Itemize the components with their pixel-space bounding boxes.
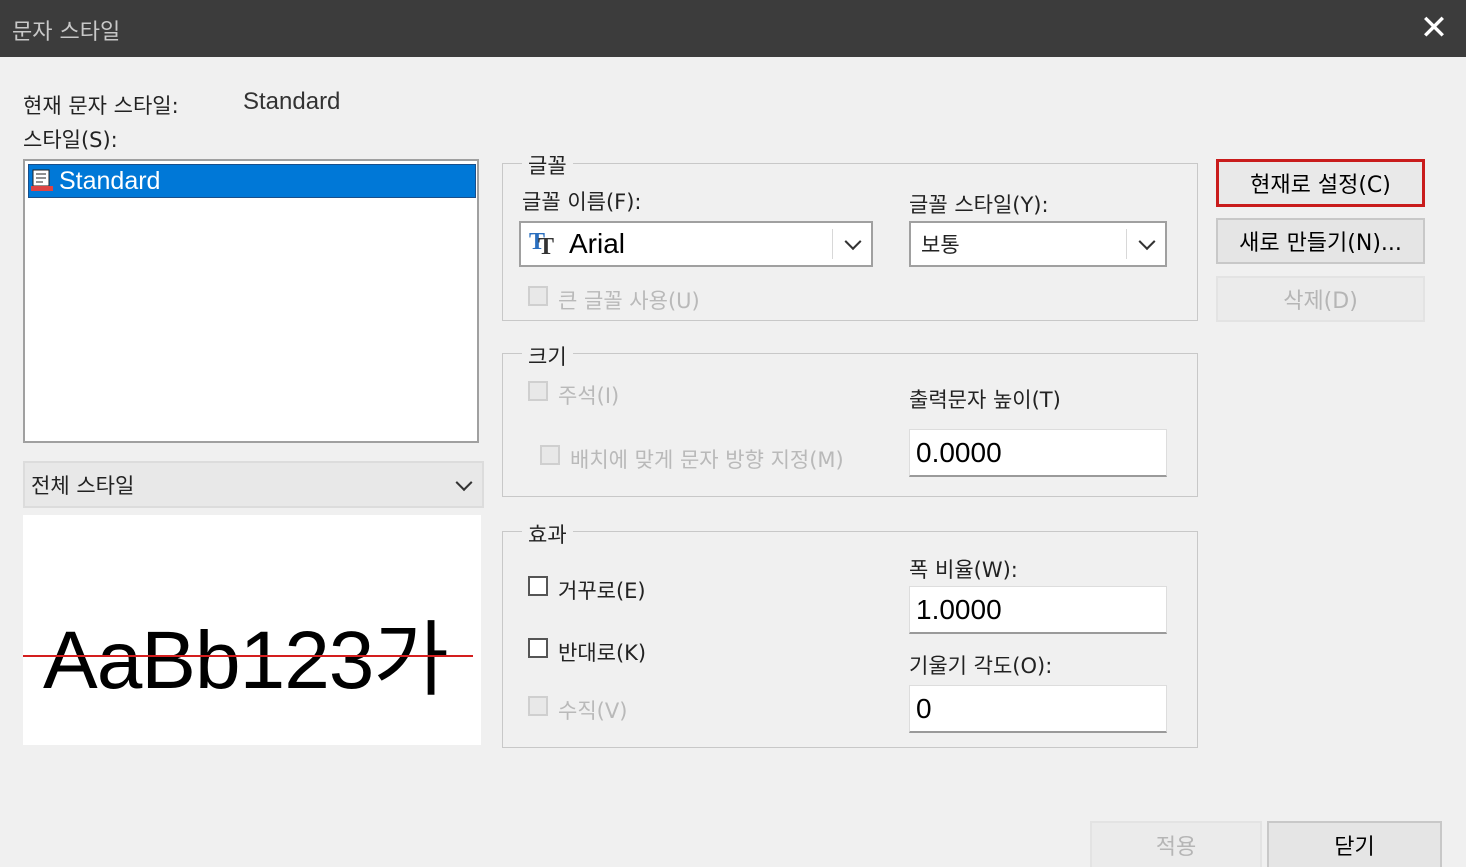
text-style-icon (31, 169, 53, 193)
text-height-input[interactable]: 0.0000 (909, 429, 1167, 477)
annotative-checkbox[interactable] (528, 381, 548, 401)
styles-label: 스타일(S): (23, 128, 118, 152)
truetype-font-icon: T T (529, 229, 555, 260)
font-style-select[interactable]: 보통 (909, 221, 1167, 267)
match-orientation-label: 배치에 맞게 문자 방향 지정(M) (570, 448, 844, 472)
oblique-angle-label: 기울기 각도(O): (909, 654, 1053, 678)
match-orientation-checkbox[interactable] (540, 445, 560, 465)
preview-baseline (23, 655, 473, 657)
backwards-checkbox[interactable] (528, 638, 548, 658)
current-style-value: Standard (243, 88, 341, 115)
size-group-caption: 크기 (522, 341, 573, 371)
current-style-label: 현재 문자 스타일: (23, 94, 179, 118)
combo-separator (832, 229, 833, 259)
new-style-button[interactable]: 새로 만들기(N)... (1216, 218, 1425, 264)
style-filter-select[interactable]: 전체 스타일 (23, 461, 484, 508)
style-filter-value: 전체 스타일 (31, 473, 135, 498)
font-group-caption: 글꼴 (522, 150, 573, 180)
font-name-select[interactable]: T T Arial (519, 221, 873, 267)
delete-button[interactable]: 삭제(D) (1216, 276, 1425, 322)
bigfont-checkbox[interactable] (528, 286, 548, 306)
chevron-down-icon (1138, 233, 1156, 251)
width-factor-label: 폭 비율(W): (909, 558, 1018, 582)
vertical-label: 수직(V) (558, 699, 628, 723)
close-icon[interactable]: ✕ (1412, 6, 1456, 50)
list-item-label: Standard (59, 166, 161, 195)
set-current-button[interactable]: 현재로 설정(C) (1216, 159, 1425, 207)
width-factor-input[interactable]: 1.0000 (909, 586, 1167, 634)
close-button[interactable]: 닫기 (1267, 821, 1442, 867)
vertical-checkbox[interactable] (528, 696, 548, 716)
font-style-value: 보통 (921, 233, 960, 257)
styles-listbox[interactable]: Standard (23, 159, 479, 443)
style-preview: AaBb123가 (23, 515, 481, 745)
annotative-label: 주석(I) (558, 384, 620, 408)
effects-group-caption: 효과 (522, 519, 573, 549)
oblique-angle-input[interactable]: 0 (909, 685, 1167, 733)
window-title: 문자 스타일 (12, 20, 121, 45)
chevron-down-icon (455, 473, 473, 491)
apply-button[interactable]: 적용 (1090, 821, 1262, 867)
list-item[interactable]: Standard (28, 164, 476, 198)
preview-sample-text: AaBb123가 (43, 615, 449, 706)
upside-down-label: 거꾸로(E) (558, 579, 646, 603)
chevron-down-icon (844, 233, 862, 251)
bigfont-label: 큰 글꼴 사용(U) (558, 289, 700, 313)
font-name-label: 글꼴 이름(F): (522, 190, 642, 214)
upside-down-checkbox[interactable] (528, 576, 548, 596)
text-height-label: 출력문자 높이(T) (909, 388, 1061, 412)
backwards-label: 반대로(K) (558, 641, 647, 665)
font-style-label: 글꼴 스타일(Y): (909, 193, 1049, 217)
font-name-value: Arial (569, 228, 626, 259)
title-bar: 문자 스타일 ✕ (0, 0, 1466, 57)
combo-separator (1126, 229, 1127, 259)
